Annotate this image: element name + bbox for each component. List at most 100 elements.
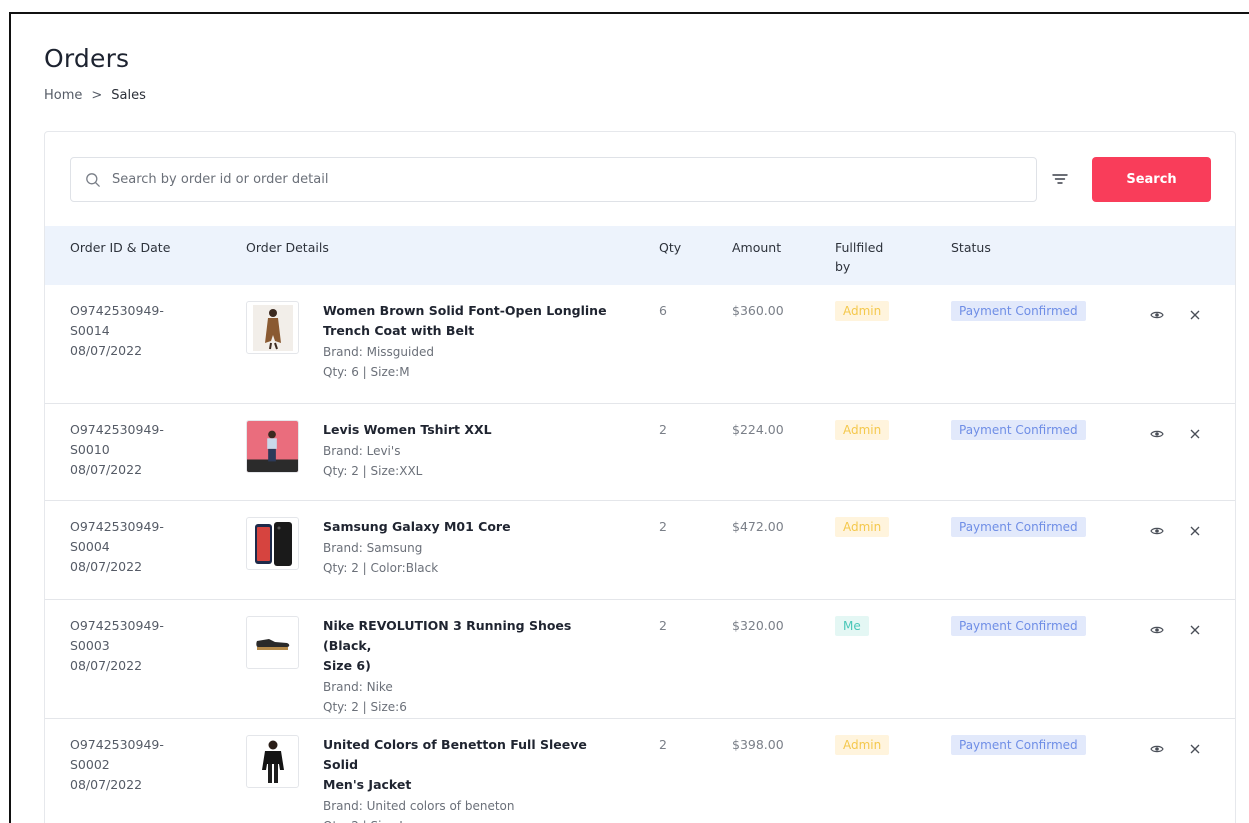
view-order-button[interactable]	[1149, 523, 1165, 539]
order-id-line1: O9742530949-	[70, 303, 164, 318]
table-row[interactable]: O9742530949- S0003 08/07/2022 Nike REVOL…	[45, 600, 1235, 719]
product-name[interactable]: United Colors of Benetton Full Sleeve So…	[323, 735, 623, 795]
breadcrumb: Home > Sales	[44, 88, 146, 103]
close-icon	[1190, 310, 1200, 320]
qty-cell: 2	[659, 618, 667, 633]
filter-button[interactable]	[1049, 168, 1071, 190]
table-row[interactable]: O9742530949- S0002 08/07/2022 United Col…	[45, 719, 1235, 823]
qty-cell: 2	[659, 422, 667, 437]
column-header-amount[interactable]: Amount	[732, 238, 781, 257]
close-icon	[1190, 744, 1200, 754]
order-date: 08/07/2022	[70, 462, 143, 477]
order-id-cell: O9742530949- S0010 08/07/2022	[70, 420, 164, 480]
cancel-order-button[interactable]	[1187, 523, 1203, 539]
coat-thumbnail[interactable]	[246, 301, 299, 354]
eye-icon	[1150, 626, 1164, 634]
order-id-line2: S0002	[70, 757, 110, 772]
order-id-line2: S0010	[70, 442, 110, 457]
filter-icon	[1052, 174, 1068, 184]
product-variant: Qty: 2 | Size:L	[323, 816, 623, 823]
search-button[interactable]: Search	[1092, 157, 1211, 202]
order-id-line2: S0004	[70, 539, 110, 554]
order-details-cell: Samsung Galaxy M01 Core Brand: Samsung Q…	[323, 517, 623, 578]
product-name-line1: Nike REVOLUTION 3 Running Shoes (Black,	[323, 618, 572, 653]
search-box[interactable]	[70, 157, 1037, 202]
phone-thumbnail[interactable]	[246, 517, 299, 570]
product-brand: Brand: Samsung	[323, 541, 423, 555]
table-row[interactable]: O9742530949- S0014 08/07/2022 Women Brow…	[45, 285, 1235, 404]
product-variant: Qty: 2 | Size:XXL	[323, 464, 423, 478]
amount-cell: $320.00	[732, 618, 784, 633]
table-row[interactable]: O9742530949- S0010 08/07/2022 Levis Wome…	[45, 404, 1235, 501]
product-variant: Qty: 2 | Color:Black	[323, 561, 439, 575]
view-order-button[interactable]	[1149, 307, 1165, 323]
product-name[interactable]: Women Brown Solid Font-Open Longline Tre…	[323, 301, 623, 341]
eye-icon	[1150, 311, 1164, 319]
table-row[interactable]: O9742530949- S0004 08/07/2022 Samsung Ga…	[45, 501, 1235, 600]
order-details-cell: United Colors of Benetton Full Sleeve So…	[323, 735, 623, 823]
column-header-qty[interactable]: Qty	[659, 238, 681, 257]
product-name-line1: Women Brown Solid Font-Open Longline	[323, 303, 607, 318]
order-id-line1: O9742530949-	[70, 618, 164, 633]
product-name-line1: United Colors of Benetton Full Sleeve So…	[323, 737, 587, 772]
search-input[interactable]	[112, 172, 1012, 187]
breadcrumb-separator: >	[91, 88, 103, 103]
table-header: Order ID & Date Order Details Qty Amount…	[45, 226, 1235, 285]
fulfilled-badge: Me	[835, 616, 869, 636]
tshirt-thumbnail[interactable]	[246, 420, 299, 473]
order-details-cell: Levis Women Tshirt XXL Brand: Levi's Qty…	[323, 420, 623, 481]
product-name[interactable]: Nike REVOLUTION 3 Running Shoes (Black, …	[323, 616, 623, 676]
fulfilled-badge: Admin	[835, 735, 890, 755]
qty-cell: 2	[659, 519, 667, 534]
amount-cell: $472.00	[732, 519, 784, 534]
order-details-cell: Nike REVOLUTION 3 Running Shoes (Black, …	[323, 616, 623, 717]
product-brand: Brand: Levi's	[323, 444, 401, 458]
cancel-order-button[interactable]	[1187, 741, 1203, 757]
cancel-order-button[interactable]	[1187, 622, 1203, 638]
product-variant: Qty: 2 | Size:6	[323, 700, 407, 714]
status-badge: Payment Confirmed	[951, 301, 1086, 321]
column-header-status[interactable]: Status	[951, 238, 991, 257]
column-header-order-id[interactable]: Order ID & Date	[70, 238, 170, 257]
order-date: 08/07/2022	[70, 777, 143, 792]
cancel-order-button[interactable]	[1187, 426, 1203, 442]
search-icon	[86, 172, 100, 187]
close-icon	[1190, 429, 1200, 439]
eye-icon	[1150, 430, 1164, 438]
fulfilled-badge: Admin	[835, 301, 890, 321]
table-body: O9742530949- S0014 08/07/2022 Women Brow…	[45, 285, 1235, 823]
product-name-line2: Size 6)	[323, 658, 371, 673]
jacket-thumbnail[interactable]	[246, 735, 299, 788]
qty-cell: 2	[659, 737, 667, 752]
status-badge: Payment Confirmed	[951, 517, 1086, 537]
column-header-fulfilled-line1: Fullfiled	[835, 240, 884, 255]
cancel-order-button[interactable]	[1187, 307, 1203, 323]
view-order-button[interactable]	[1149, 741, 1165, 757]
breadcrumb-home[interactable]: Home	[44, 88, 82, 103]
amount-cell: $398.00	[732, 737, 784, 752]
product-name[interactable]: Samsung Galaxy M01 Core	[323, 517, 623, 537]
order-details-cell: Women Brown Solid Font-Open Longline Tre…	[323, 301, 623, 382]
column-header-order-details[interactable]: Order Details	[246, 238, 329, 257]
product-name-line2: Trench Coat with Belt	[323, 323, 475, 338]
close-icon	[1190, 526, 1200, 536]
column-header-fulfilled-by[interactable]: Fullfiled by	[835, 238, 883, 276]
product-name-line2: Men's Jacket	[323, 777, 412, 792]
order-date: 08/07/2022	[70, 343, 143, 358]
amount-cell: $224.00	[732, 422, 784, 437]
order-id-line1: O9742530949-	[70, 519, 164, 534]
product-name[interactable]: Levis Women Tshirt XXL	[323, 420, 623, 440]
order-id-line1: O9742530949-	[70, 422, 164, 437]
order-date: 08/07/2022	[70, 559, 143, 574]
view-order-button[interactable]	[1149, 622, 1165, 638]
order-id-cell: O9742530949- S0003 08/07/2022	[70, 616, 164, 676]
view-order-button[interactable]	[1149, 426, 1165, 442]
order-id-line2: S0003	[70, 638, 110, 653]
product-variant: Qty: 6 | Size:M	[323, 365, 410, 379]
orders-card: Search Order ID & Date Order Details Qty…	[44, 131, 1236, 823]
fulfilled-badge: Admin	[835, 517, 890, 537]
shoe-thumbnail[interactable]	[246, 616, 299, 669]
product-brand: Brand: United colors of beneton	[323, 799, 515, 813]
product-brand: Brand: Nike	[323, 680, 393, 694]
eye-icon	[1150, 745, 1164, 753]
